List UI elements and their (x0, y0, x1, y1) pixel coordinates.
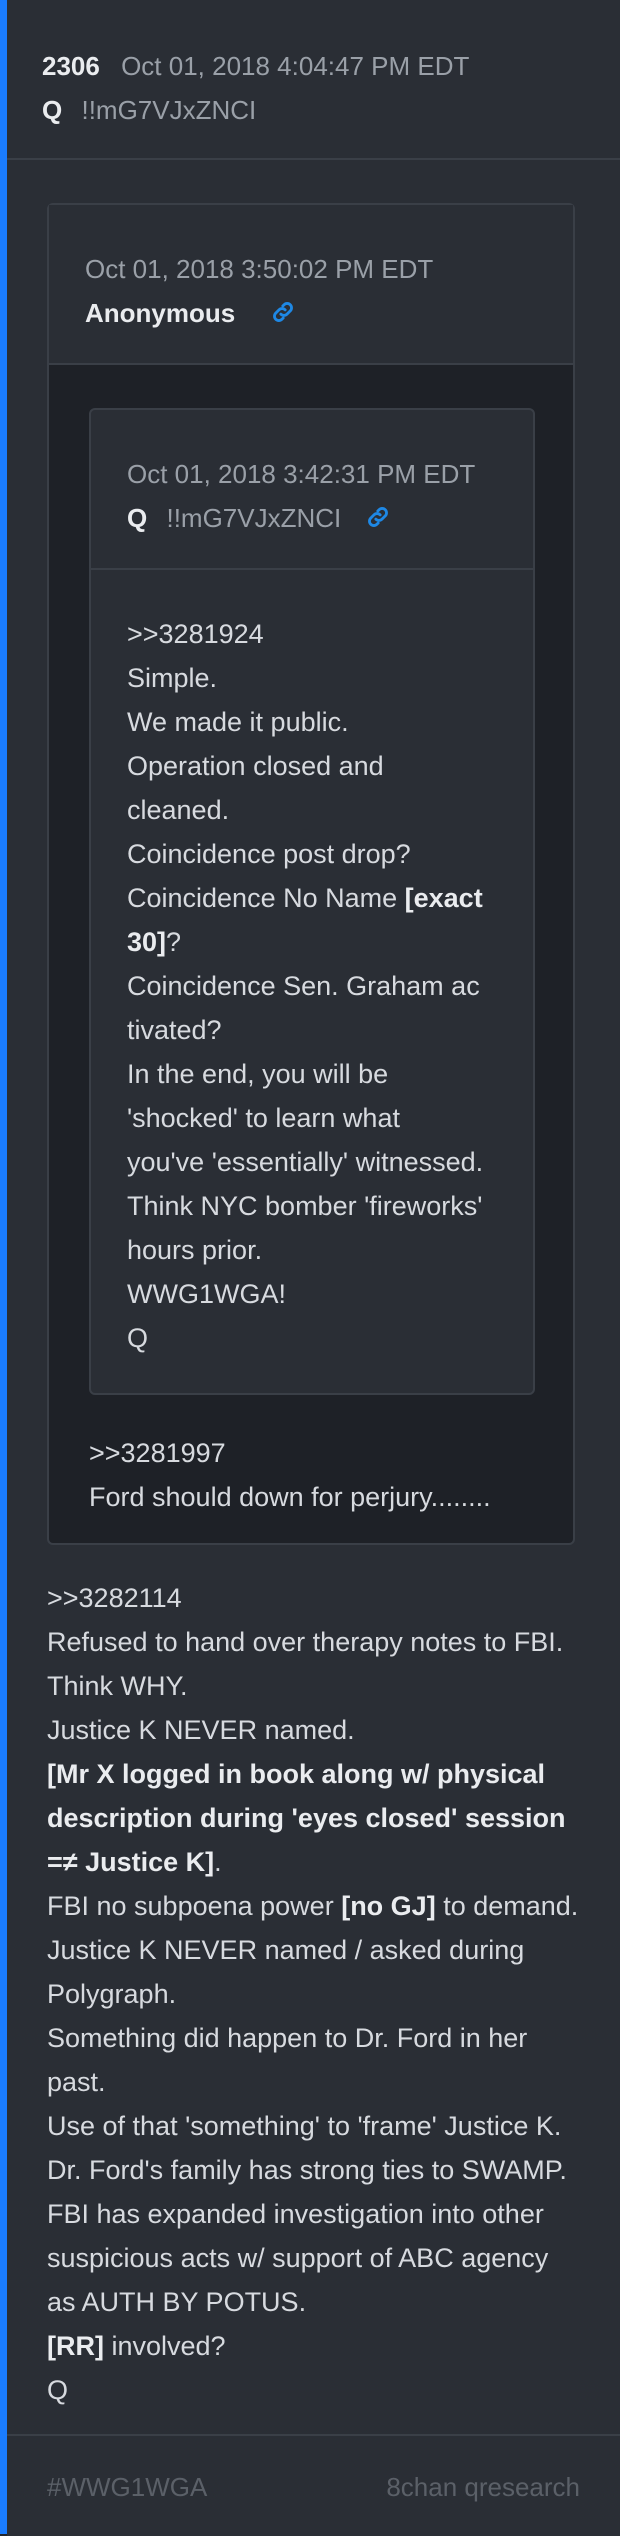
post-author: Q (42, 95, 63, 125)
post-card: 2306 Oct 01, 2018 4:04:47 PM EDT Q !!mG7… (0, 0, 620, 2536)
body-line: tivated? (127, 1015, 222, 1045)
body-line: Simple. (127, 663, 218, 693)
body-line: FBI has expanded investigation into othe… (47, 2199, 544, 2229)
body-line: cleaned. (127, 795, 230, 825)
board-link[interactable]: 8chan qresearch (386, 2472, 580, 2503)
body-line: description during 'eyes closed' session (47, 1796, 607, 1840)
inner-quote-tripcode: !!mG7VJxZNCI (166, 503, 342, 533)
bold-text: =≠ Justice K] (47, 1847, 215, 1877)
body-line: WWG1WGA! (127, 1279, 286, 1309)
body-text: Coincidence No Name (127, 883, 405, 913)
inner-quote-date: Oct 01, 2018 3:42:31 PM EDT (127, 459, 476, 489)
body-line: Polygraph. (47, 1979, 177, 2009)
body-line: suspicious acts w/ support of ABC agency (47, 2243, 549, 2273)
body-line: FBI no subpoena power [no GJ] to demand. (47, 1884, 607, 1928)
post-tripcode: !!mG7VJxZNCI (81, 95, 257, 125)
body-line: Q (127, 1323, 149, 1353)
post-header: 2306 Oct 01, 2018 4:04:47 PM EDT Q !!mG7… (7, 0, 620, 160)
body-line: as AUTH BY POTUS. (47, 2287, 307, 2317)
body-line: Operation closed and (127, 751, 384, 781)
body-line: past. (47, 2067, 106, 2097)
link-icon[interactable] (270, 298, 296, 328)
bold-text: [RR] (47, 2331, 104, 2361)
outer-quote-author: Anonymous (85, 298, 236, 328)
body-text: FBI no subpoena power (47, 1891, 342, 1921)
body-line: =≠ Justice K]. (47, 1840, 607, 1884)
bold-text: description during 'eyes closed' session (47, 1803, 566, 1833)
outer-quote-date: Oct 01, 2018 3:50:02 PM EDT (85, 254, 434, 284)
body-line: [RR] involved? (47, 2324, 607, 2368)
body-line: Coincidence post drop? (127, 839, 411, 869)
inner-quote-author: Q (127, 503, 148, 533)
bold-text: [Mr X logged in book along w/ physical (47, 1759, 546, 1789)
body-line: [Mr X logged in book along w/ physical (47, 1752, 607, 1796)
bold-text: 30] (127, 927, 167, 957)
link-icon[interactable] (365, 503, 391, 533)
body-line: Think NYC bomber 'fireworks' (127, 1191, 483, 1221)
body-line: Coincidence No Name [exact (127, 876, 513, 920)
body-line: Dr. Ford's family has strong ties to SWA… (47, 2155, 567, 2185)
inner-quote: Oct 01, 2018 3:42:31 PM EDT Q !!mG7VJxZN… (89, 408, 535, 1395)
bold-text: [no GJ] (341, 1891, 436, 1921)
body-text: ? (166, 927, 182, 957)
body-line: you've 'essentially' witnessed. (127, 1147, 484, 1177)
body-line: Coincidence Sen. Graham ac (127, 971, 480, 1001)
inner-quote-body: >>3281924 Simple. We made it public. Ope… (91, 570, 533, 1390)
post-number: 2306 (42, 51, 100, 81)
body-line: Something did happen to Dr. Ford in her (47, 2023, 528, 2053)
post-date: Oct 01, 2018 4:04:47 PM EDT (121, 51, 470, 81)
body-line: Justice K NEVER named. (47, 1715, 355, 1745)
body-line: We made it public. (127, 707, 349, 737)
body-text: . (214, 1847, 222, 1877)
body-text: to demand. (435, 1891, 579, 1921)
outer-quote-body: >>3281997 Ford should down for perjury..… (89, 1431, 549, 1519)
body-line: 30]? (127, 920, 513, 964)
quote-reference-link[interactable]: >>3281997 (89, 1431, 549, 1475)
outer-quote-header: Oct 01, 2018 3:50:02 PM EDT Anonymous (49, 205, 573, 365)
body-line: hours prior. (127, 1235, 263, 1265)
body-line: Justice K NEVER named / asked during (47, 1935, 525, 1965)
body-line: Refused to hand over therapy notes to FB… (47, 1627, 564, 1657)
hashtag-link[interactable]: #WWG1WGA (47, 2472, 207, 2503)
inner-quote-header: Oct 01, 2018 3:42:31 PM EDT Q !!mG7VJxZN… (91, 410, 533, 570)
body-line: Think WHY. (47, 1671, 188, 1701)
body-line: In the end, you will be (127, 1059, 389, 1089)
outer-quote: Oct 01, 2018 3:50:02 PM EDT Anonymous Oc… (47, 203, 575, 1545)
bold-text: [exact (404, 883, 483, 913)
post-footer: #WWG1WGA 8chan qresearch (7, 2434, 620, 2536)
quote-reference-link[interactable]: >>3281924 (127, 612, 513, 656)
body-line: Use of that 'something' to 'frame' Justi… (47, 2111, 562, 2141)
quote-reference-link[interactable]: >>3282114 (47, 1576, 607, 1620)
body-text: involved? (103, 2331, 226, 2361)
body-line: Ford should down for perjury........ (89, 1482, 491, 1512)
body-line: 'shocked' to learn what (127, 1103, 400, 1133)
post-body: >>3282114 Refused to hand over therapy n… (47, 1576, 607, 2412)
body-line: Q (47, 2375, 69, 2405)
